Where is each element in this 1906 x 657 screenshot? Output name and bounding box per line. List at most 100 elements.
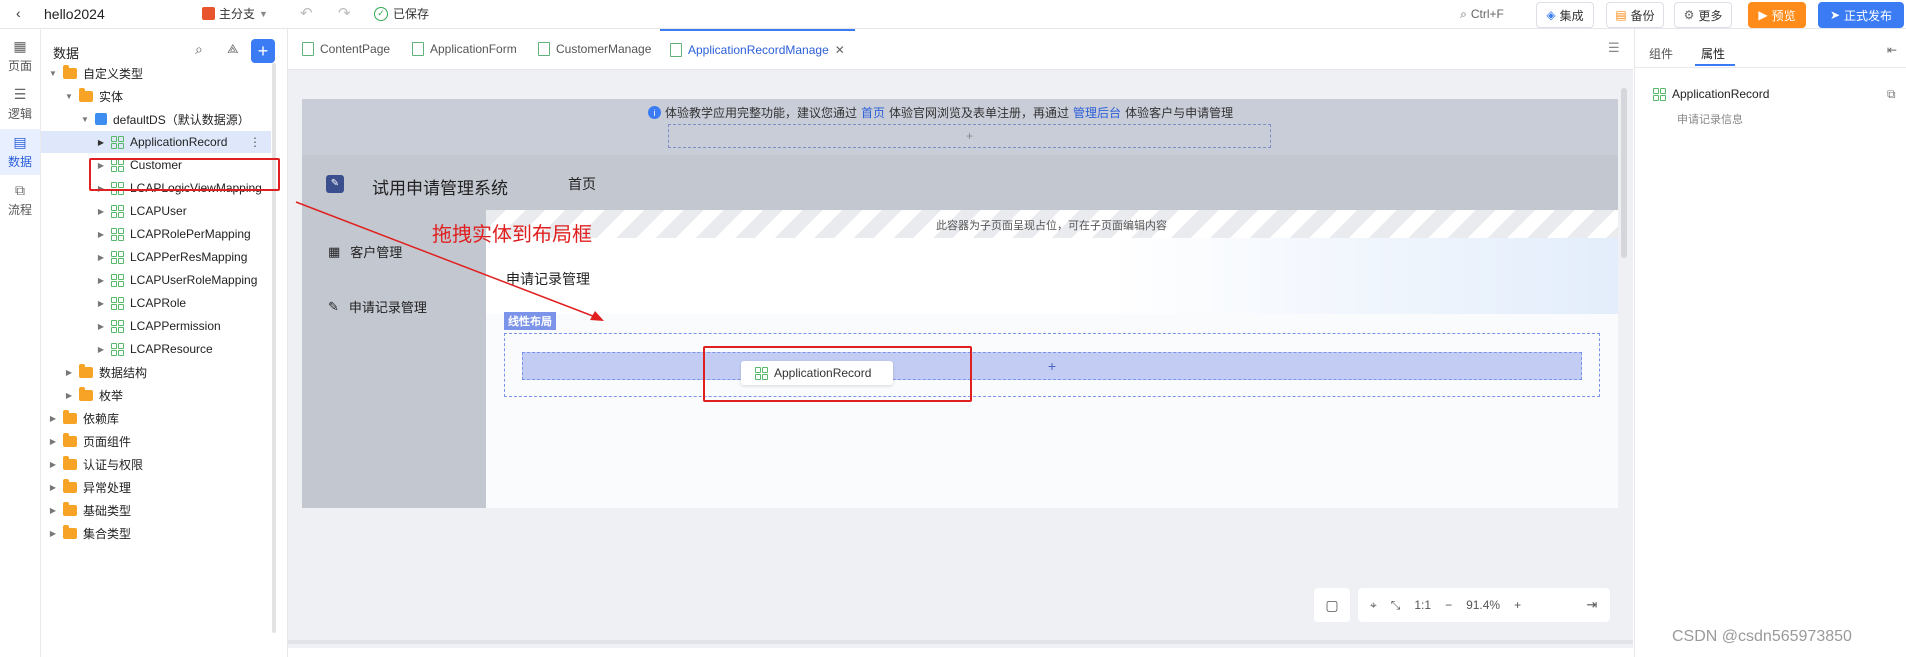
preview-button[interactable]: ▶ 预览	[1748, 2, 1806, 28]
canvas-scrollbar[interactable]	[1621, 88, 1627, 258]
rail-item-data[interactable]: ▤ 数据	[0, 129, 40, 175]
tree-item[interactable]: ▼ 实体	[65, 85, 123, 107]
locate-icon[interactable]: ⟁	[227, 41, 239, 57]
chevron-down-icon[interactable]: ▼	[81, 115, 89, 124]
tree-item[interactable]: ▶ ApplicationRecord ⋮	[41, 131, 271, 153]
publish-button[interactable]: ➤ 正式发布	[1818, 2, 1904, 28]
back-icon[interactable]: ‹	[16, 5, 21, 21]
select-tool-icon[interactable]: ⌖	[1370, 598, 1377, 613]
folder-icon	[63, 432, 77, 447]
integrate-button[interactable]: ◈ 集成	[1536, 2, 1594, 28]
tree-item[interactable]: ▶ 集合类型	[49, 522, 131, 544]
tab-components[interactable]: 组件	[1649, 45, 1673, 62]
tree-item[interactable]: ▶ 页面组件	[49, 430, 131, 452]
canvas-h-scrollbar[interactable]	[288, 640, 1633, 644]
tree-item-label: 自定义类型	[83, 66, 144, 81]
tree-item[interactable]: ▶ LCAPUserRoleMapping	[97, 269, 257, 291]
search-button[interactable]: ⌕ Ctrl+F	[1444, 2, 1520, 26]
search-icon[interactable]: ⌕	[195, 41, 203, 58]
drop-zone[interactable]: +	[522, 352, 1582, 380]
chevron-right-icon[interactable]: ▶	[49, 437, 57, 446]
tree-item[interactable]: ▶ LCAPResource	[97, 338, 213, 360]
tree-item-label: 枚举	[99, 388, 124, 403]
chevron-right-icon[interactable]: ▶	[97, 230, 105, 239]
close-icon[interactable]: ✕	[835, 43, 845, 57]
chevron-right-icon[interactable]: ▶	[97, 138, 105, 147]
more-button[interactable]: ⚙ 更多	[1674, 2, 1732, 28]
zoom-out-icon[interactable]: −	[1445, 598, 1452, 612]
tree-item[interactable]: ▶ LCAPPerResMapping	[97, 246, 247, 268]
tree-item[interactable]: ▼ 自定义类型	[49, 62, 143, 84]
rail-item-pages[interactable]: ▦ 页面	[0, 33, 40, 79]
notice-prefix: 体验教学应用完整功能，建议您通过	[665, 106, 858, 120]
tree-scrollbar[interactable]	[272, 63, 276, 633]
rail-label-pages: 页面	[7, 59, 32, 73]
send-icon: ➤	[1829, 8, 1841, 22]
tree-item[interactable]: ▶ LCAPRole	[97, 292, 186, 314]
chevron-right-icon[interactable]: ▶	[97, 253, 105, 262]
chevron-right-icon[interactable]: ▶	[97, 207, 105, 216]
backup-icon: ▤	[1615, 8, 1627, 22]
tree-item[interactable]: ▼ defaultDS（默认数据源）	[81, 108, 250, 130]
undo-icon[interactable]: ↶	[300, 4, 313, 22]
content-header	[486, 238, 1618, 314]
fit-screen-icon[interactable]: ⤡	[1391, 598, 1401, 613]
backup-button[interactable]: ▤ 备份	[1606, 2, 1664, 28]
chevron-down-icon[interactable]: ▼	[49, 69, 57, 78]
chevron-right-icon[interactable]: ▶	[97, 299, 105, 308]
check-circle-icon: ✓	[374, 6, 388, 21]
tree-item[interactable]: ▶ 数据结构	[65, 361, 147, 383]
tree-item[interactable]: ▶ 依赖库	[49, 407, 119, 429]
branch-selector[interactable]: 主分支 ▼	[202, 5, 268, 22]
tree-item[interactable]: ▶ LCAPPermission	[97, 315, 221, 337]
chevron-right-icon[interactable]: ▶	[49, 460, 57, 469]
tab-applicationform[interactable]: ApplicationForm	[402, 29, 527, 69]
device-toggle-button[interactable]: ▢	[1314, 588, 1350, 622]
add-button[interactable]: +	[251, 39, 275, 63]
tab-contentpage[interactable]: ContentPage	[292, 29, 400, 69]
copy-icon[interactable]: ⧉	[1887, 87, 1896, 102]
list-icon[interactable]: ☰	[1608, 40, 1620, 56]
chevron-right-icon[interactable]: ▶	[65, 391, 73, 400]
zoom-in-icon[interactable]: +	[1514, 598, 1521, 612]
rail-label-logic: 逻辑	[7, 107, 32, 121]
folder-icon	[63, 64, 77, 79]
chevron-right-icon[interactable]: ▶	[97, 322, 105, 331]
entity-icon	[111, 227, 124, 241]
actual-size-button[interactable]: 1:1	[1414, 598, 1431, 612]
chevron-right-icon[interactable]: ▶	[65, 368, 73, 377]
chevron-right-icon[interactable]: ▶	[49, 483, 57, 492]
branch-label: 主分支	[219, 7, 256, 21]
more-vertical-icon[interactable]: ⋮	[249, 135, 261, 149]
tree-item[interactable]: ▶ LCAPUser	[97, 200, 187, 222]
panel-toggle-icon[interactable]: ⇤	[1887, 43, 1897, 57]
chevron-down-icon[interactable]: ▼	[65, 92, 73, 101]
collapse-button[interactable]: ⇥	[1574, 588, 1610, 622]
rail-item-flow[interactable]: ⧉ 流程	[0, 177, 40, 223]
chevron-right-icon[interactable]: ▶	[49, 506, 57, 515]
chevron-right-icon[interactable]: ▶	[49, 529, 57, 538]
tab-properties[interactable]: 属性	[1701, 45, 1725, 62]
rail-item-logic[interactable]: ☰ 逻辑	[0, 81, 40, 127]
notice-link-home[interactable]: 首页	[861, 104, 885, 121]
notice-drop-zone[interactable]: +	[668, 124, 1271, 148]
more-label: 更多	[1698, 8, 1723, 23]
redo-icon[interactable]: ↷	[338, 4, 351, 22]
tree-item-label: 页面组件	[83, 434, 132, 449]
chevron-right-icon[interactable]: ▶	[49, 414, 57, 423]
tree-item[interactable]: ▶ 枚举	[65, 384, 123, 406]
notice-link-admin[interactable]: 管理后台	[1073, 104, 1121, 121]
tab-customermanage[interactable]: CustomerManage	[528, 29, 661, 69]
tree-item[interactable]: ▶ 认证与权限	[49, 453, 143, 475]
active-tab-indicator	[1695, 64, 1735, 66]
plus-icon: +	[965, 129, 973, 143]
tree-item[interactable]: ▶ 基础类型	[49, 499, 131, 521]
chevron-right-icon[interactable]: ▶	[97, 345, 105, 354]
tab-applicationrecordmanage[interactable]: ApplicationRecordManage ✕	[660, 29, 855, 69]
database-icon	[95, 113, 107, 125]
tab-label: ApplicationForm	[430, 42, 517, 56]
tree-item[interactable]: ▶ 异常处理	[49, 476, 131, 498]
chevron-right-icon[interactable]: ▶	[97, 276, 105, 285]
tree-item[interactable]: ▶ LCAPRolePerMapping	[97, 223, 251, 245]
tree-item-label: 认证与权限	[83, 457, 144, 472]
